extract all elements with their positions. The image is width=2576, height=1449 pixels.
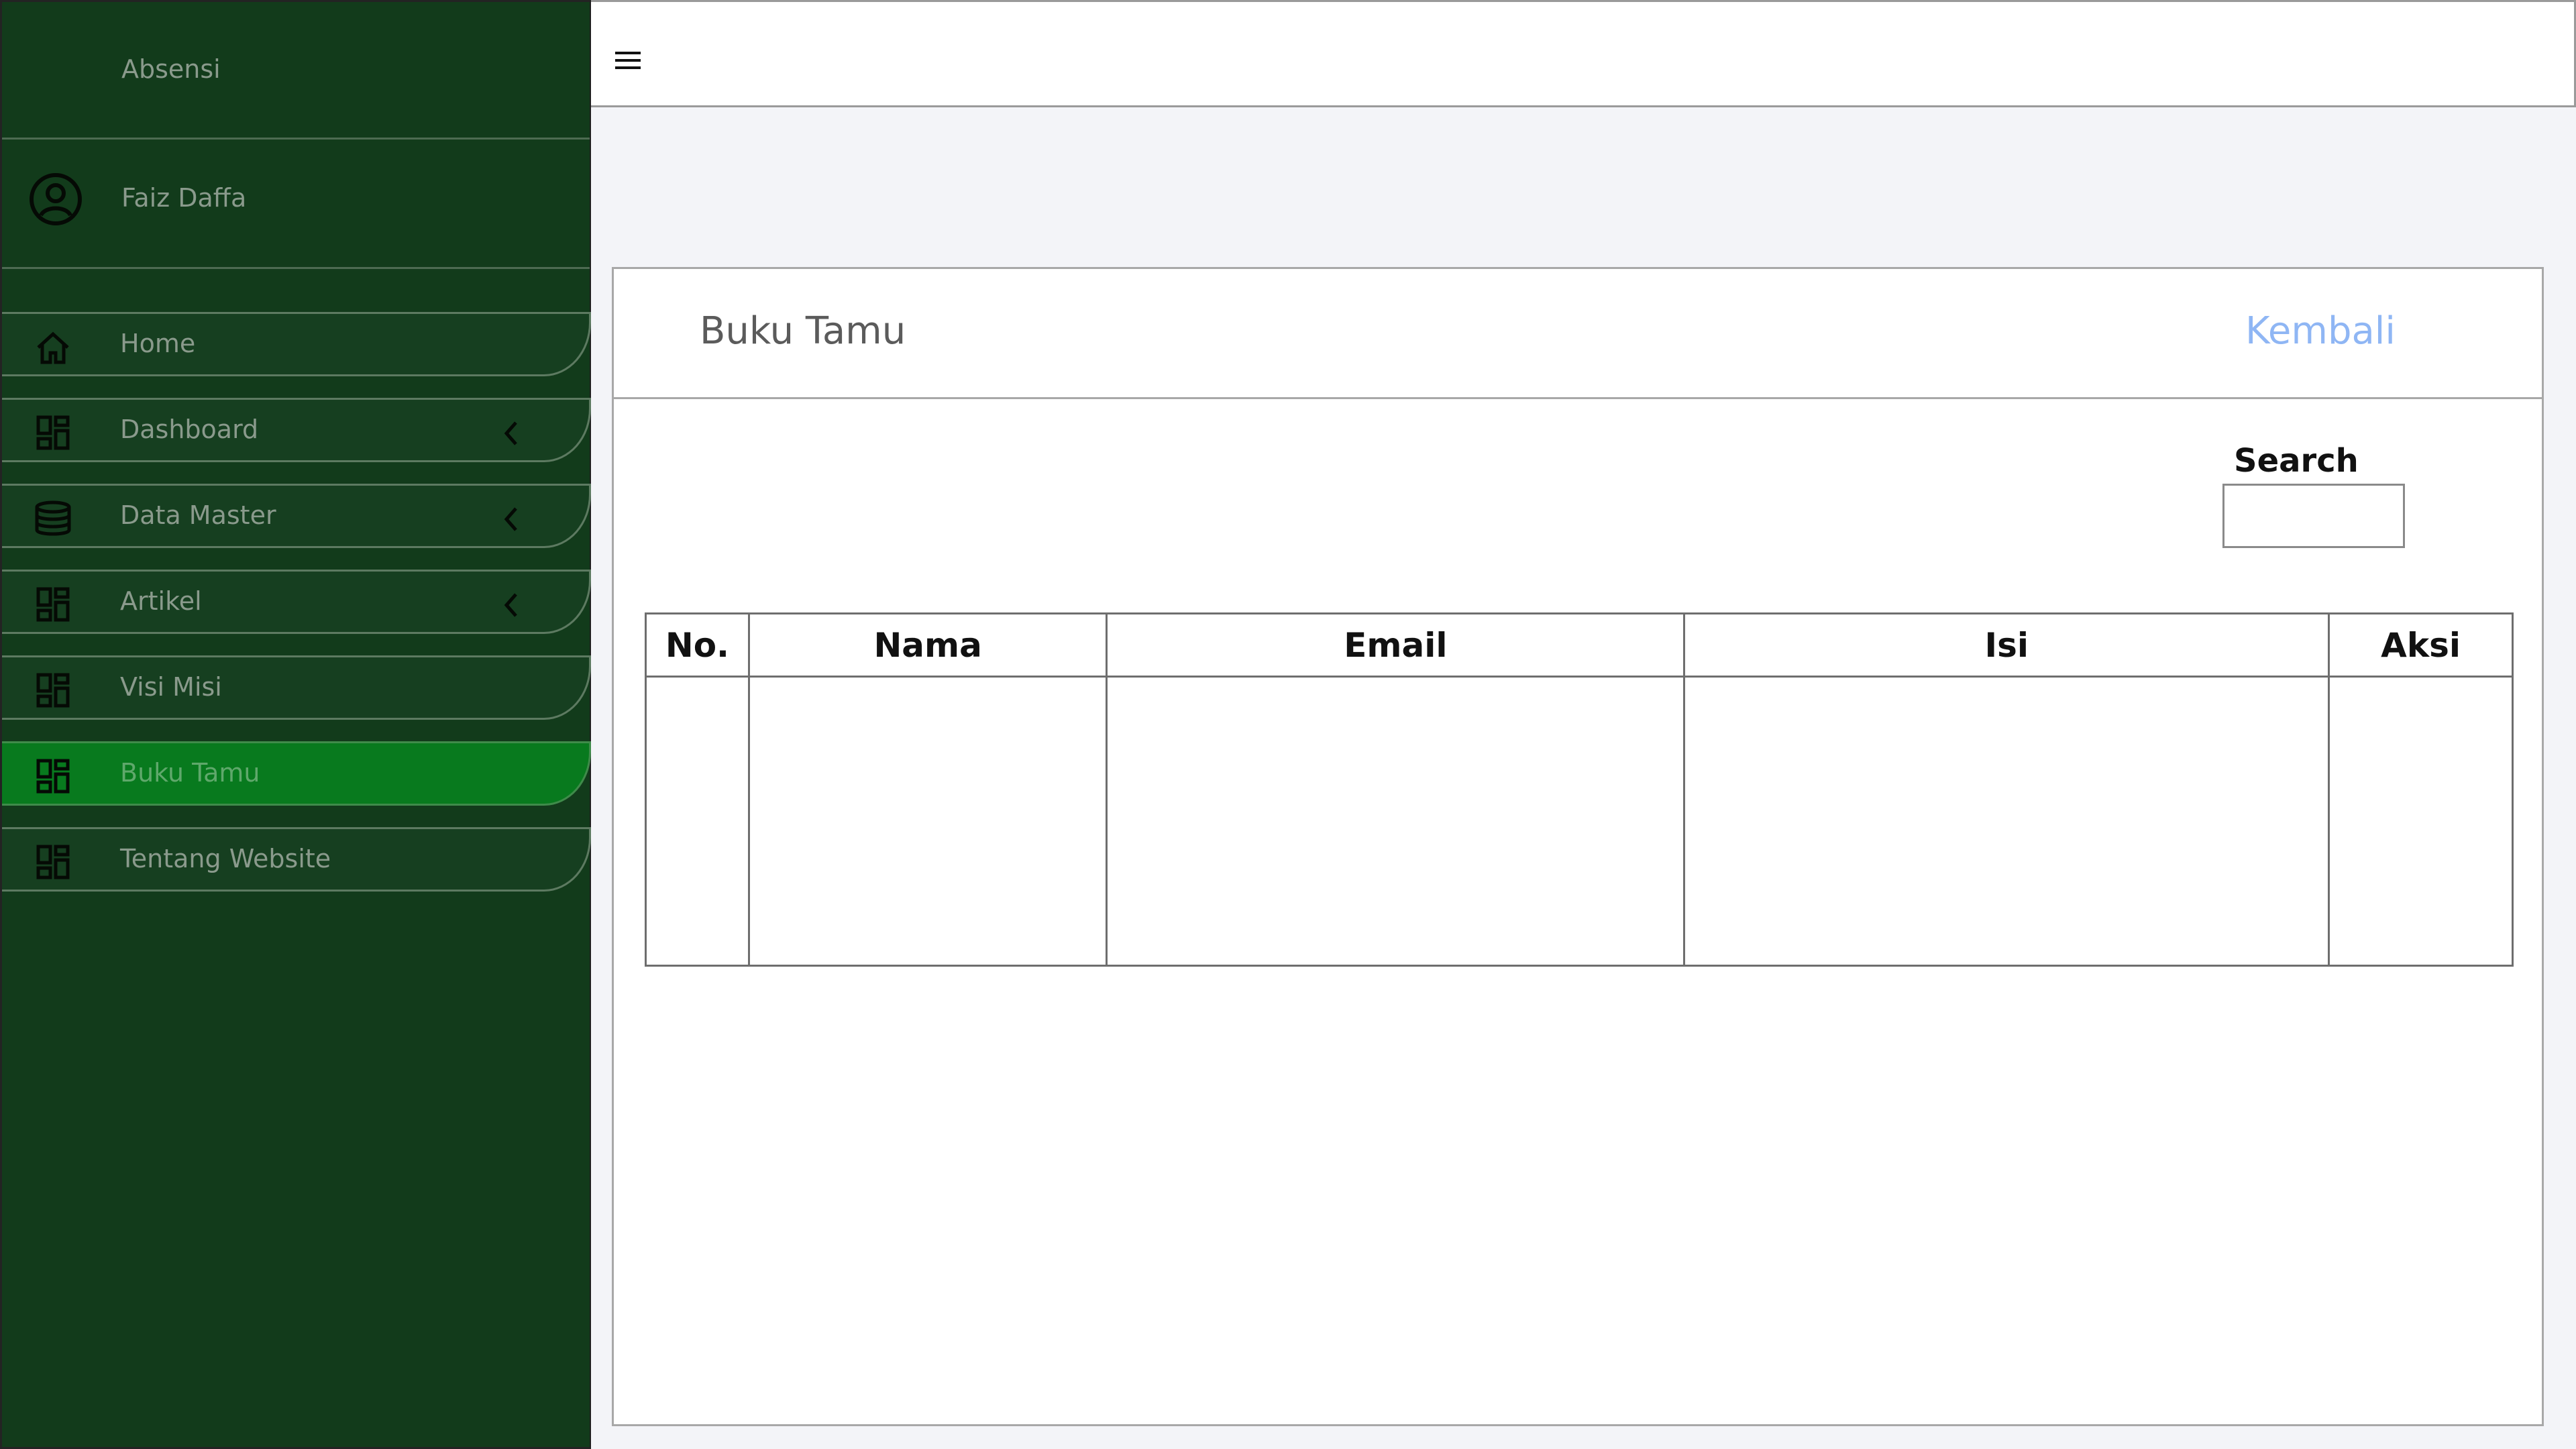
user-panel[interactable]: Faiz Daffa [2, 142, 590, 269]
table-cell [1106, 676, 1686, 967]
column-header-aksi: Aksi [2328, 612, 2514, 678]
table-header-row: No. Nama Email Isi Aksi [645, 612, 2514, 678]
dashboard-grid-icon [36, 587, 70, 622]
sidebar-item-artikel[interactable]: Artikel [2, 570, 591, 634]
sidebar-item-label: Visi Misi [120, 672, 222, 702]
column-header-no: No. [645, 612, 750, 678]
table-empty-row [645, 676, 2514, 967]
back-link[interactable]: Kembali [2245, 309, 2396, 353]
sidebar-item-dashboard[interactable]: Dashboard [2, 398, 591, 462]
table-cell [645, 676, 750, 967]
column-header-email: Email [1106, 612, 1686, 678]
home-icon [37, 331, 69, 364]
topbar [591, 0, 2576, 107]
guestbook-table: No. Nama Email Isi Aksi [645, 612, 2514, 967]
sidebar: Absensi Faiz Daffa Home Dashboard Data M… [0, 0, 591, 1449]
database-icon [35, 500, 71, 536]
guestbook-card: Buku Tamu Kembali Search No. Nama Email … [612, 267, 2544, 1426]
search-label: Search [2234, 442, 2359, 480]
user-circle-icon [30, 173, 82, 225]
search-input[interactable] [2222, 484, 2405, 548]
chevron-left-icon[interactable] [500, 590, 523, 620]
app-window: Absensi Faiz Daffa Home Dashboard Data M… [0, 0, 2576, 1449]
dashboard-grid-icon [36, 759, 70, 794]
card-header: Buku Tamu Kembali [614, 269, 2542, 399]
sidebar-item-label: Artikel [120, 586, 202, 616]
sidebar-item-label: Tentang Website [120, 844, 331, 873]
column-header-nama: Nama [747, 612, 1108, 678]
table-cell [2328, 676, 2514, 967]
page-title: Buku Tamu [700, 309, 906, 353]
hamburger-icon[interactable] [615, 50, 641, 70]
sidebar-item-label: Buku Tamu [120, 758, 260, 788]
dashboard-grid-icon [36, 415, 70, 450]
table-cell [1683, 676, 2330, 967]
column-header-isi: Isi [1683, 612, 2330, 678]
brand-label: Absensi [121, 54, 221, 84]
chevron-left-icon[interactable] [500, 419, 523, 448]
dashboard-grid-icon [36, 845, 70, 879]
sidebar-item-label: Data Master [120, 500, 276, 530]
user-name: Faiz Daffa [121, 183, 247, 213]
sidebar-item-tentang-website[interactable]: Tentang Website [2, 827, 591, 892]
sidebar-item-data-master[interactable]: Data Master [2, 484, 591, 548]
sidebar-item-home[interactable]: Home [2, 312, 591, 376]
sidebar-brand: Absensi [2, 2, 590, 140]
chevron-left-icon[interactable] [500, 504, 523, 534]
sidebar-item-label: Home [120, 329, 196, 358]
table-cell [747, 676, 1108, 967]
dashboard-grid-icon [36, 673, 70, 708]
sidebar-item-buku-tamu[interactable]: Buku Tamu [2, 741, 591, 806]
sidebar-item-visi-misi[interactable]: Visi Misi [2, 655, 591, 720]
sidebar-item-label: Dashboard [120, 415, 259, 444]
